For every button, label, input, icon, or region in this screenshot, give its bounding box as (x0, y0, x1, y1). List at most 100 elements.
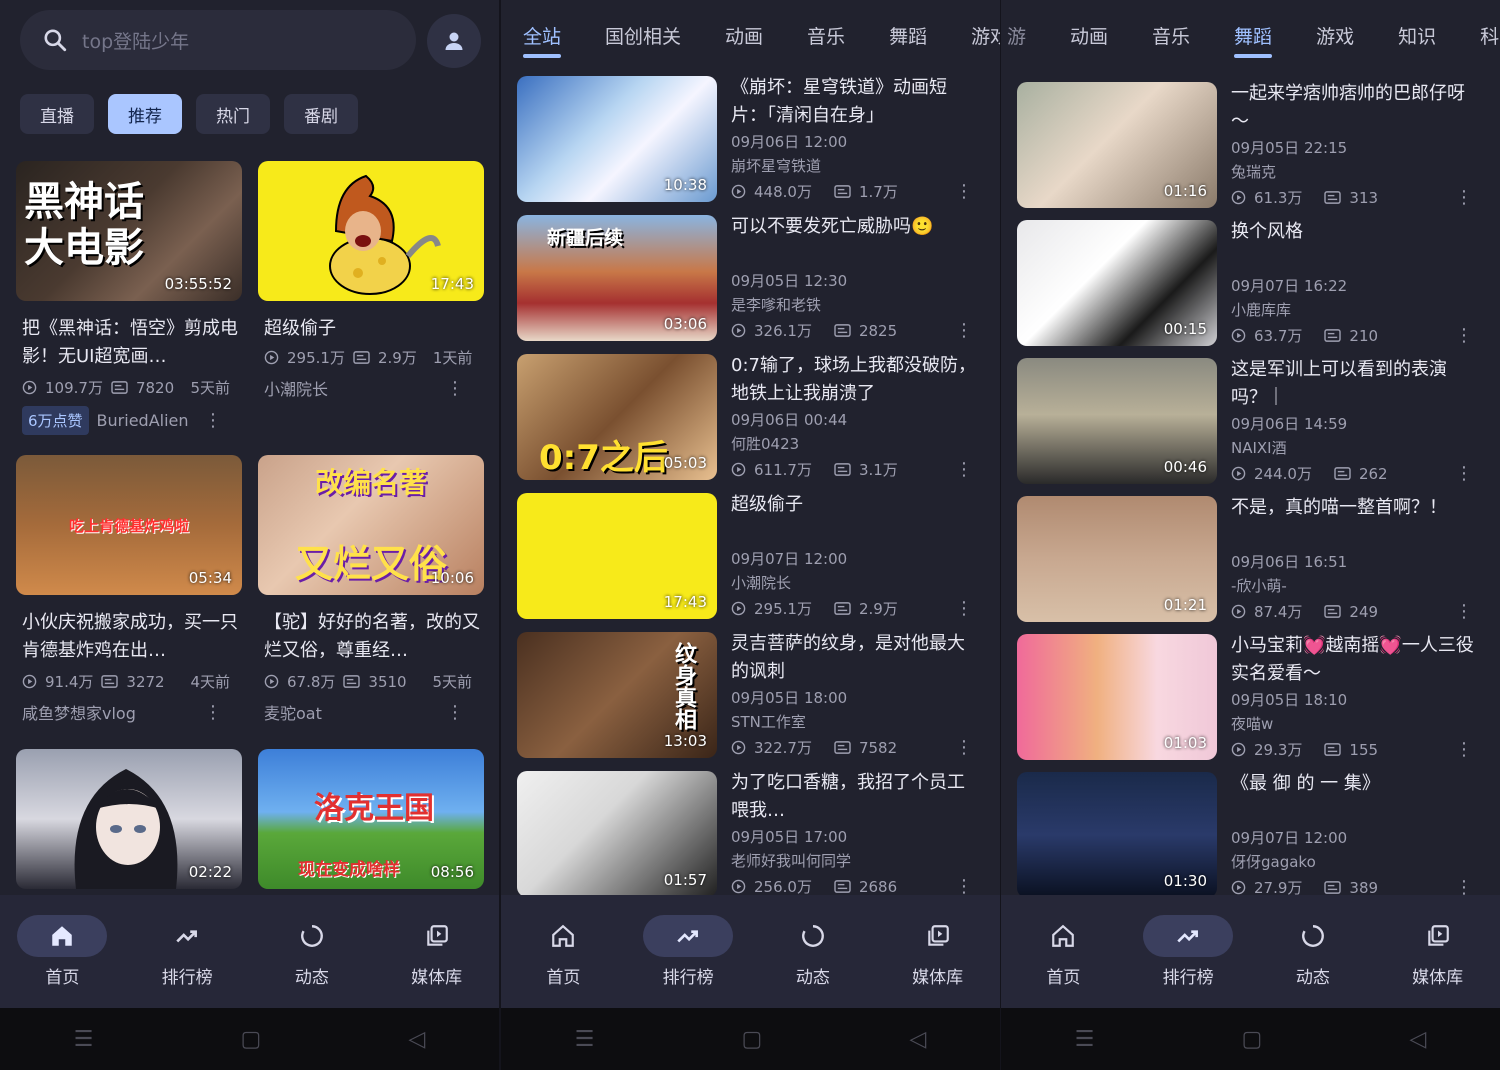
author-name[interactable]: 夜喵w (1231, 712, 1479, 736)
tab-anime[interactable]: 动画 (1048, 0, 1130, 70)
nav-library[interactable]: 媒体库 (1388, 915, 1488, 988)
chip-live[interactable]: 直播 (20, 94, 94, 134)
home-square-icon[interactable]: ▢ (240, 1027, 261, 1052)
author-name[interactable]: 伢伢gagako (1231, 850, 1479, 874)
video-card[interactable]: 洛克王国 现在变成啥样 08:56 (258, 749, 484, 889)
back-triangle-icon[interactable]: ◁ (408, 1027, 425, 1052)
menu-icon[interactable]: ☰ (575, 1027, 595, 1052)
tab-knowledge[interactable]: 知识 (1376, 0, 1458, 70)
tab-game[interactable]: 游戏 (949, 0, 1000, 70)
ranking-row[interactable]: 01:03 小马宝莉💓越南摇💓一人三役实名爱看～ 09月05日 18:10 夜喵w 29… (1017, 634, 1487, 760)
nav-dynamics[interactable]: 动态 (763, 915, 863, 988)
video-duration: 00:46 (1163, 458, 1207, 476)
menu-icon[interactable]: ☰ (74, 1027, 94, 1052)
more-options-icon[interactable]: ⋮ (446, 702, 464, 723)
tab-music[interactable]: 音乐 (785, 0, 867, 70)
tab-dance[interactable]: 舞蹈 (1212, 0, 1294, 70)
video-info: 不是，真的喵一整首啊？！ 09月06日 16:51 -欣小萌- 87.4万 249 ⋮ (1231, 494, 1479, 622)
nav-ranking[interactable]: 排行榜 (137, 915, 237, 988)
author-name[interactable]: 崩坏星穹铁道 (731, 154, 979, 178)
nav-library[interactable]: 媒体库 (888, 915, 988, 988)
tab-tech[interactable]: 科 (1458, 0, 1500, 70)
nav-ranking[interactable]: 排行榜 (638, 915, 738, 988)
home-square-icon[interactable]: ▢ (741, 1027, 762, 1052)
chip-recommend[interactable]: 推荐 (108, 94, 182, 134)
author-name[interactable]: 老师好我叫何同学 (731, 849, 979, 873)
more-options-icon[interactable]: ⋮ (1455, 601, 1473, 622)
chip-hot[interactable]: 热门 (196, 94, 270, 134)
video-card[interactable]: 02:22 (16, 749, 242, 889)
nav-label: 媒体库 (912, 968, 964, 988)
author-name[interactable]: -欣小萌- (1231, 574, 1479, 598)
more-options-icon[interactable]: ⋮ (1455, 463, 1473, 484)
tab-all[interactable]: 全站 (501, 0, 583, 70)
more-options-icon[interactable]: ⋮ (955, 737, 973, 758)
more-options-icon[interactable]: ⋮ (1455, 325, 1473, 346)
tab-game[interactable]: 游戏 (1294, 0, 1376, 70)
video-thumbnail: 洛克王国 现在变成啥样 08:56 (258, 749, 484, 889)
video-card[interactable]: 17:43 超级偷子 295.1万 2.9万 1天前 小潮院长 ⋮ (258, 161, 484, 400)
author-name[interactable]: 小鹿库库 (1231, 298, 1479, 322)
author-name[interactable]: NAIXI酒 (1231, 436, 1479, 460)
video-title: 把《黑神话：悟空》剪成电影！无UI超宽画… (22, 318, 238, 367)
publish-time: 1天前 (432, 349, 473, 367)
author-name[interactable]: 麦驼oat (264, 700, 322, 724)
author-name[interactable]: BuriedAlien (97, 411, 189, 430)
nav-label: 排行榜 (662, 968, 714, 988)
author-name[interactable]: 咸鱼梦想家vlog (22, 700, 136, 724)
nav-ranking[interactable]: 排行榜 (1138, 915, 1238, 988)
more-options-icon[interactable]: ⋮ (204, 702, 222, 723)
avatar-button[interactable] (427, 14, 481, 68)
nav-library[interactable]: 媒体库 (387, 915, 487, 988)
tab-guochuang[interactable]: 国创相关 (583, 0, 703, 70)
ranking-row[interactable]: 新疆后续 03:06 可以不要发死亡威胁吗🙂 09月05日 12:30 是李嗲和老铁 32… (517, 215, 987, 341)
nav-home[interactable]: 首页 (513, 915, 613, 988)
author-name[interactable]: 是李嗲和老铁 (731, 293, 979, 317)
author-name[interactable]: 小潮院长 (731, 571, 979, 595)
more-options-icon[interactable]: ⋮ (204, 410, 222, 431)
ranking-row[interactable]: 01:21 不是，真的喵一整首啊？！ 09月06日 16:51 -欣小萌- 87.4万 2… (1017, 496, 1487, 622)
more-options-icon[interactable]: ⋮ (1455, 739, 1473, 760)
nav-dynamics[interactable]: 动态 (262, 915, 362, 988)
video-title: 小马宝莉💓越南摇💓一人三役实名爱看～ (1231, 635, 1474, 684)
back-triangle-icon[interactable]: ◁ (909, 1027, 926, 1052)
author-name[interactable]: 兔瑞克 (1231, 160, 1479, 184)
more-options-icon[interactable]: ⋮ (446, 378, 464, 399)
ranking-row[interactable]: 01:57 为了吃口香糖，我招了个员工喂我… 09月05日 17:00 老师好我叫何同… (517, 771, 987, 897)
more-options-icon[interactable]: ⋮ (955, 876, 973, 897)
more-options-icon[interactable]: ⋮ (955, 459, 973, 480)
tab-music[interactable]: 音乐 (1130, 0, 1212, 70)
tab-anime[interactable]: 动画 (703, 0, 785, 70)
publish-date: 09月06日 14:59 (1231, 415, 1348, 433)
ranking-screen-all: 全站 国创相关 动画 音乐 舞蹈 游戏 10:38 《崩坏：星穹铁道》动画短片：「… (501, 0, 1000, 1070)
ranking-row[interactable]: 01:30 《最 御 的 一 集》 09月07日 12:00 伢伢gagako 27.9… (1017, 772, 1487, 898)
nav-home[interactable]: 首页 (1013, 915, 1113, 988)
author-name[interactable]: STN工作室 (731, 710, 979, 734)
ranking-row[interactable]: 01:16 一起来学痞帅痞帅的巴郎仔呀～ 09月05日 22:15 兔瑞克 61.3万 3… (1017, 82, 1487, 208)
ranking-row[interactable]: 17:43 超级偷子 09月07日 12:00 小潮院长 295.1万 2.9万 ⋮ (517, 493, 987, 619)
ranking-row[interactable]: 0:7之后 05:03 0:7输了，球场上我都没破防，地铁上让我崩溃了 09月06日 … (517, 354, 987, 480)
nav-dynamics[interactable]: 动态 (1263, 915, 1363, 988)
author-name[interactable]: 何胜0423 (731, 432, 979, 456)
author-name[interactable]: 小潮院长 (264, 376, 328, 400)
video-thumbnail: 02:22 (16, 749, 242, 889)
video-card[interactable]: 黑神话 大电影 03:55:52 把《黑神话：悟空》剪成电影！无UI超宽画… 10… (16, 161, 242, 435)
home-square-icon[interactable]: ▢ (1241, 1027, 1262, 1052)
video-card[interactable]: 吃上肯德基炸鸡啦 05:34 小伙庆祝搬家成功，买一只肯德基炸鸡在出… 91.4… (16, 455, 242, 724)
ranking-row[interactable]: 00:15 换个风格 09月07日 16:22 小鹿库库 63.7万 210 ⋮ (1017, 220, 1487, 346)
back-triangle-icon[interactable]: ◁ (1409, 1027, 1426, 1052)
menu-icon[interactable]: ☰ (1075, 1027, 1095, 1052)
more-options-icon[interactable]: ⋮ (955, 320, 973, 341)
tab-dance[interactable]: 舞蹈 (867, 0, 949, 70)
more-options-icon[interactable]: ⋮ (1455, 187, 1473, 208)
more-options-icon[interactable]: ⋮ (955, 598, 973, 619)
chip-bangumi[interactable]: 番剧 (284, 94, 358, 134)
ranking-row[interactable]: 10:38 《崩坏：星穹铁道》动画短片：「清闲自在身」 09月06日 12:00 崩坏… (517, 76, 987, 202)
search-bar[interactable]: top登陆少年 (20, 10, 416, 70)
ranking-row[interactable]: 纹身真相 13:03 灵吉菩萨的纹身，是对他最大的讽刺 09月05日 18:00 STN… (517, 632, 987, 758)
video-card[interactable]: 改编名著 又烂又俗 10:06 【驼】好好的名著，改的又烂又俗，尊重经… 67.… (258, 455, 484, 724)
nav-home[interactable]: 首页 (12, 915, 112, 988)
ranking-row[interactable]: 00:46 这是军训上可以看到的表演吗？｜ 09月06日 14:59 NAIXI酒 24… (1017, 358, 1487, 484)
more-options-icon[interactable]: ⋮ (955, 181, 973, 202)
tab-game-partial[interactable]: 游 (1001, 0, 1048, 70)
